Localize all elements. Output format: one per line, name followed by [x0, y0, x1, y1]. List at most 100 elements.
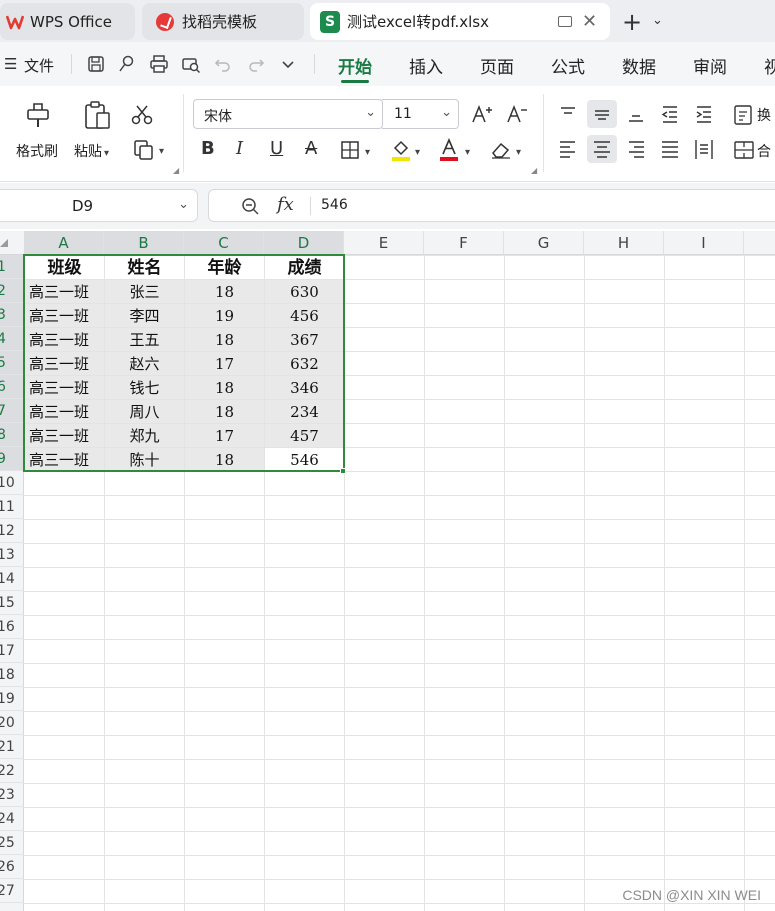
dialog-launcher-icon[interactable]: ◢ — [173, 166, 179, 175]
tab-daoke-templates[interactable]: 找稻壳模板 — [142, 3, 304, 40]
menu-file[interactable]: 文件 — [24, 55, 54, 76]
row-header-21[interactable]: 21 — [0, 735, 24, 759]
column-header-a[interactable]: A — [24, 231, 104, 255]
copy-icon[interactable] — [133, 139, 155, 161]
row-header-27[interactable]: 27 — [0, 879, 24, 903]
column-header-b[interactable]: B — [104, 231, 184, 255]
format-painter-quick-icon[interactable] — [117, 54, 137, 74]
tab-page[interactable]: 页面 — [480, 53, 514, 78]
fill-color-icon[interactable] — [390, 138, 412, 162]
increase-indent-button[interactable] — [689, 100, 719, 128]
dialog-launcher-icon[interactable]: ◢ — [531, 166, 537, 175]
select-all-corner[interactable] — [0, 239, 8, 247]
merge-cells-icon[interactable] — [733, 139, 755, 161]
align-middle-button[interactable] — [587, 100, 617, 128]
align-left-button[interactable] — [553, 135, 583, 163]
chevron-down-icon[interactable] — [278, 54, 298, 74]
chevron-down-icon[interactable]: ▾ — [514, 143, 521, 159]
redo-icon[interactable] — [246, 54, 266, 74]
tab-data[interactable]: 数据 — [622, 53, 656, 78]
row-header-13[interactable]: 13 — [0, 543, 24, 567]
row-header-5[interactable]: 5 — [0, 351, 24, 375]
chevron-down-icon[interactable]: ▾ — [413, 143, 420, 159]
format-painter-label[interactable]: 格式刷 — [16, 141, 58, 161]
column-header-d[interactable]: D — [264, 231, 344, 255]
eraser-icon[interactable] — [490, 140, 512, 160]
decrease-font-icon[interactable] — [506, 103, 528, 125]
column-header-g[interactable]: G — [504, 231, 584, 255]
merge-cells-label[interactable]: 合 — [757, 141, 771, 161]
row-header-20[interactable]: 20 — [0, 711, 24, 735]
bold-icon[interactable]: B — [201, 138, 215, 159]
distributed-button[interactable] — [689, 135, 719, 163]
function-icon[interactable]: fx — [277, 194, 294, 215]
tab-insert[interactable]: 插入 — [409, 53, 443, 78]
align-right-button[interactable] — [621, 135, 651, 163]
justify-button[interactable] — [655, 135, 685, 163]
chevron-down-icon[interactable]: ⌄ — [178, 197, 189, 212]
window-restore-icon[interactable] — [558, 16, 572, 27]
row-header-17[interactable]: 17 — [0, 639, 24, 663]
wrap-text-icon[interactable] — [733, 104, 755, 126]
column-header-h[interactable]: H — [584, 231, 664, 255]
chevron-down-icon[interactable]: ▾ — [363, 143, 370, 159]
print-preview-icon[interactable] — [181, 54, 201, 74]
tab-view[interactable]: 视 — [764, 53, 775, 78]
font-color-icon[interactable] — [438, 138, 460, 162]
wrap-text-label[interactable]: 换 — [757, 105, 771, 125]
row-header-6[interactable]: 6 — [0, 375, 24, 399]
border-icon[interactable] — [340, 140, 360, 160]
new-tab-button[interactable]: + — [622, 8, 642, 36]
formula-input[interactable]: 546 — [321, 197, 348, 213]
row-header-14[interactable]: 14 — [0, 567, 24, 591]
tab-home[interactable]: 开始 — [338, 53, 372, 78]
zoom-search-icon[interactable] — [241, 197, 261, 217]
row-header-2[interactable]: 2 — [0, 279, 24, 303]
row-header-25[interactable]: 25 — [0, 831, 24, 855]
align-center-button[interactable] — [587, 135, 617, 163]
paste-label[interactable]: 粘贴 ▾ — [74, 141, 109, 161]
row-header-22[interactable]: 22 — [0, 759, 24, 783]
row-header-23[interactable]: 23 — [0, 783, 24, 807]
name-box[interactable]: D9 ⌄ — [0, 189, 198, 222]
underline-icon[interactable]: U — [270, 138, 283, 159]
fill-handle[interactable] — [340, 468, 346, 474]
row-header-15[interactable]: 15 — [0, 591, 24, 615]
row-header-1[interactable]: 1 — [0, 255, 24, 279]
row-header-24[interactable]: 24 — [0, 807, 24, 831]
strikethrough-icon[interactable]: A — [305, 138, 317, 159]
decrease-indent-button[interactable] — [655, 100, 685, 128]
increase-font-icon[interactable] — [471, 103, 493, 125]
column-header-e[interactable]: E — [344, 231, 424, 255]
row-header-9[interactable]: 9 — [0, 447, 24, 471]
format-painter-icon[interactable] — [24, 100, 52, 130]
align-top-button[interactable] — [553, 100, 583, 128]
column-header-c[interactable]: C — [184, 231, 264, 255]
menu-icon[interactable]: ☰ — [4, 55, 17, 73]
save-icon[interactable] — [86, 54, 106, 74]
undo-icon[interactable] — [213, 54, 233, 74]
tab-formula[interactable]: 公式 — [551, 53, 585, 78]
chevron-down-icon[interactable]: ▾ — [463, 143, 470, 159]
print-icon[interactable] — [149, 54, 169, 74]
chevron-down-icon[interactable]: ▾ — [157, 142, 164, 158]
align-bottom-button[interactable] — [621, 100, 651, 128]
tab-active-document[interactable]: S 测试excel转pdf.xlsx ✕ — [310, 3, 610, 40]
cut-icon[interactable] — [130, 104, 154, 126]
row-header-19[interactable]: 19 — [0, 687, 24, 711]
row-header-4[interactable]: 4 — [0, 327, 24, 351]
tab-wps-office[interactable]: WPS Office — [0, 3, 135, 40]
row-header-8[interactable]: 8 — [0, 423, 24, 447]
font-name-select[interactable]: 宋体 ⌄ — [193, 99, 383, 129]
paste-icon[interactable] — [82, 100, 112, 130]
row-header-7[interactable]: 7 — [0, 399, 24, 423]
row-header-26[interactable]: 26 — [0, 855, 24, 879]
close-icon[interactable]: ✕ — [582, 11, 597, 32]
tab-review[interactable]: 审阅 — [693, 53, 727, 78]
column-header-f[interactable]: F — [424, 231, 504, 255]
chevron-down-icon[interactable]: ⌄ — [652, 13, 663, 28]
row-header-11[interactable]: 11 — [0, 495, 24, 519]
row-header-18[interactable]: 18 — [0, 663, 24, 687]
italic-icon[interactable]: I — [236, 138, 243, 159]
row-header-12[interactable]: 12 — [0, 519, 24, 543]
